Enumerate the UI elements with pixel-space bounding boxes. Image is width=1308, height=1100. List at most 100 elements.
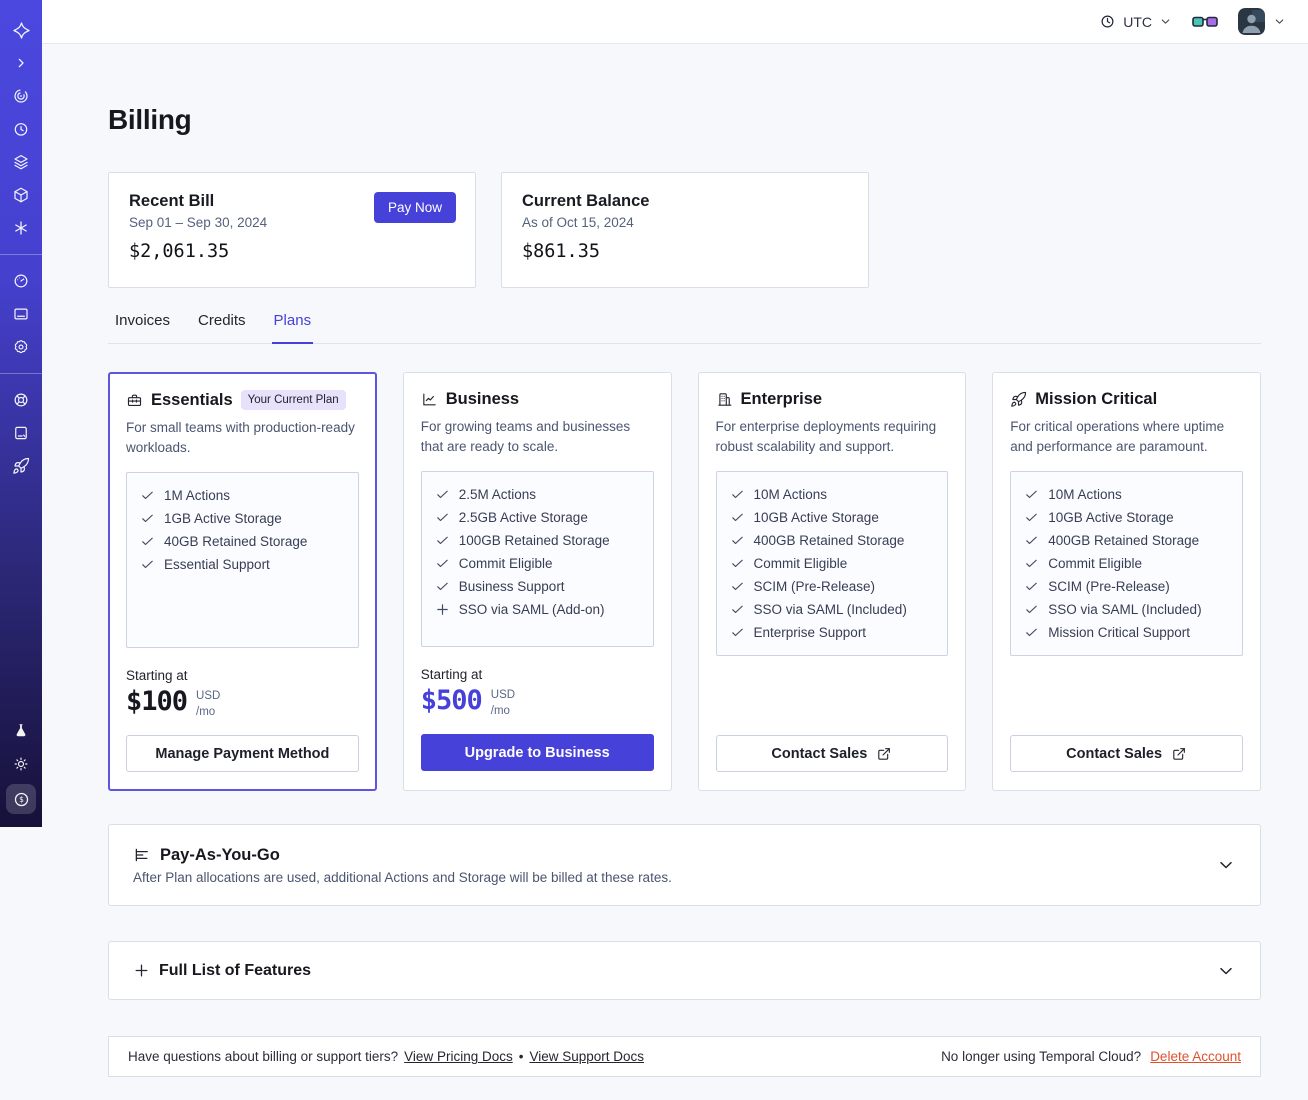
check-icon xyxy=(730,533,745,548)
building-icon xyxy=(717,393,731,406)
plan-feature-list: 10M Actions 10GB Active Storage 400GB Re… xyxy=(1024,487,1229,640)
plan-feature: 2.5M Actions xyxy=(435,487,640,502)
sidebar-item-docs[interactable] xyxy=(8,420,34,446)
preview-mode-toggle[interactable] xyxy=(1192,14,1218,30)
full-features-title: Full List of Features xyxy=(159,961,312,979)
billing-page: $ UTC Billing Recent Bill Sep 01 – Sep 3… xyxy=(0,0,1308,1100)
plan-feature: Commit Eligible xyxy=(730,556,935,571)
check-icon xyxy=(140,534,155,549)
plan-feature: 10M Actions xyxy=(730,487,935,502)
check-icon xyxy=(730,487,745,502)
sidebar-item-billing[interactable]: $ xyxy=(6,784,36,814)
sidebar-nav-top xyxy=(0,17,42,479)
content: Billing Recent Bill Sep 01 – Sep 30, 202… xyxy=(42,44,1308,1078)
manage-payment-button[interactable]: Manage Payment Method xyxy=(126,735,359,773)
price-row: $500 USD /mo xyxy=(421,685,654,719)
support-docs-link[interactable]: View Support Docs xyxy=(529,1049,644,1064)
plan-feature: SCIM (Pre-Release) xyxy=(730,579,935,594)
check-icon xyxy=(140,488,155,503)
payg-accordion[interactable]: Pay-As-You-Go After Plan allocations are… xyxy=(108,824,1261,907)
sidebar-item-namespaces[interactable] xyxy=(8,83,34,109)
svg-text:$: $ xyxy=(19,795,24,804)
tab-credits[interactable]: Credits xyxy=(196,312,248,343)
sidebar-item-theme[interactable] xyxy=(8,751,34,777)
chevron-down-icon xyxy=(1275,19,1284,24)
bar-chart-icon xyxy=(135,848,148,862)
plan-feature: SSO via SAML (Add-on) xyxy=(435,602,640,617)
cube-icon xyxy=(14,187,28,203)
price-period: /mo xyxy=(490,704,510,717)
payg-title: Pay-As-You-Go xyxy=(160,845,280,864)
check-icon xyxy=(730,625,745,640)
contact-sales-button[interactable]: Contact Sales xyxy=(1010,735,1243,773)
sidebar-item-billing-panel[interactable] xyxy=(8,301,34,327)
plan-feature-list: 2.5M Actions 2.5GB Active Storage 100GB … xyxy=(435,487,640,617)
plan-feature-list: 1M Actions 1GB Active Storage 40GB Retai… xyxy=(140,488,345,572)
sidebar-item-schedules[interactable] xyxy=(8,116,34,142)
price-period: /mo xyxy=(196,705,216,718)
current-balance-amount: $861.35 xyxy=(522,241,600,262)
plan-feature: SSO via SAML (Included) xyxy=(730,602,935,617)
pricing-docs-link[interactable]: View Pricing Docs xyxy=(404,1049,513,1064)
delete-prompt: No longer using Temporal Cloud? xyxy=(941,1049,1142,1065)
billing-summary: Recent Bill Sep 01 – Sep 30, 2024 $2,061… xyxy=(108,172,1261,288)
check-icon xyxy=(730,556,745,571)
user-menu[interactable] xyxy=(1238,8,1286,35)
current-balance-card: Current Balance As of Oct 15, 2024 $861.… xyxy=(501,172,869,288)
notebook-icon xyxy=(15,426,27,440)
plan-price: $100 xyxy=(126,686,188,718)
sidebar-item-getting-started[interactable] xyxy=(8,453,34,479)
current-balance-title: Current Balance xyxy=(522,192,650,210)
sidebar-item-labs[interactable] xyxy=(8,718,34,744)
sidebar-item-expand[interactable] xyxy=(8,50,34,76)
plan-feature: 100GB Retained Storage xyxy=(435,533,640,548)
tab-invoices[interactable]: Invoices xyxy=(113,312,172,343)
plan-price: $500 xyxy=(420,685,483,717)
plan-description: For growing teams and businesses that ar… xyxy=(420,419,631,454)
current-plan-badge: Your Current Plan xyxy=(240,390,346,410)
check-icon xyxy=(1024,487,1039,502)
sidebar-item-deployments[interactable] xyxy=(8,149,34,175)
sidebar: $ xyxy=(0,0,42,827)
timezone-selector[interactable]: UTC xyxy=(1099,13,1172,30)
sidebar-item-support[interactable] xyxy=(8,387,34,413)
plan-feature-box: 1M Actions 1GB Active Storage 40GB Retai… xyxy=(126,472,359,649)
contact-sales-button[interactable]: Contact Sales xyxy=(715,735,949,773)
price-currency: USD xyxy=(196,690,221,703)
plan-feature: Mission Critical Support xyxy=(1024,625,1229,640)
plan-feature: Enterprise Support xyxy=(730,625,935,640)
sidebar-item-settings[interactable] xyxy=(8,334,34,360)
main-area: UTC Billing Recent Bill Sep 01 – Sep 30,… xyxy=(42,0,1308,1078)
check-icon xyxy=(1024,510,1039,525)
card-icon xyxy=(14,308,28,320)
sidebar-item-logo[interactable] xyxy=(8,17,34,43)
external-link-icon xyxy=(878,747,891,760)
topbar: UTC xyxy=(42,0,1308,44)
delete-account-link[interactable]: Delete Account xyxy=(1150,1049,1241,1064)
plan-feature: SCIM (Pre-Release) xyxy=(1024,579,1229,594)
sidebar-item-batch[interactable] xyxy=(8,215,34,241)
price-currency: USD xyxy=(490,689,516,702)
check-icon xyxy=(435,533,450,548)
payg-left: Pay-As-You-Go After Plan allocations are… xyxy=(133,846,672,885)
chevron-down-icon xyxy=(1220,967,1232,974)
plan-header: Enterprise xyxy=(716,390,949,409)
gauge-icon xyxy=(14,274,28,288)
full-features-accordion[interactable]: Full List of Features xyxy=(108,941,1261,1001)
chevron-down-icon xyxy=(1161,19,1170,24)
sidebar-item-nexus[interactable] xyxy=(8,182,34,208)
chevron-right-icon xyxy=(18,58,24,68)
tab-plans[interactable]: Plans xyxy=(271,312,314,344)
pay-now-button[interactable]: Pay Now xyxy=(373,192,456,223)
check-icon xyxy=(730,602,745,617)
check-icon xyxy=(435,579,450,594)
upgrade-business-button[interactable]: Upgrade to Business xyxy=(420,734,654,772)
sidebar-item-usage[interactable] xyxy=(8,268,34,294)
footer-links: Have questions about billing or support … xyxy=(128,1049,644,1064)
plan-header: Essentials Your Current Plan xyxy=(126,390,359,410)
page-title: Billing xyxy=(108,104,192,135)
toolbox-icon xyxy=(127,394,142,406)
glasses-icon xyxy=(1192,16,1218,27)
check-icon xyxy=(435,487,450,502)
plus-icon xyxy=(435,602,450,617)
